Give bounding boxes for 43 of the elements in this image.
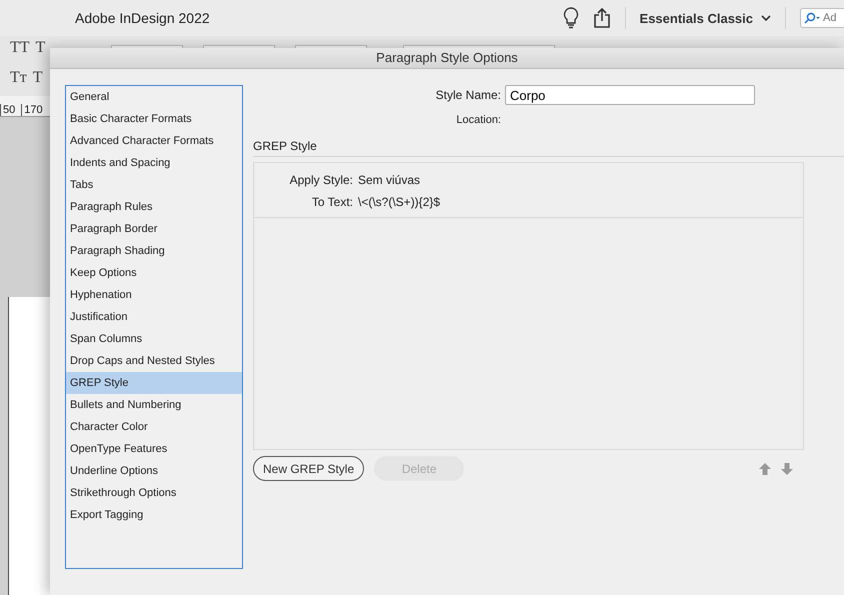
category-item[interactable]: Paragraph Shading bbox=[66, 240, 242, 262]
type-style-button[interactable]: Tт bbox=[10, 69, 27, 87]
category-item[interactable]: Paragraph Rules bbox=[66, 196, 242, 218]
workspace-menu[interactable]: Essentials Classic bbox=[640, 10, 771, 26]
category-item[interactable]: Keep Options bbox=[66, 262, 242, 284]
lightbulb-icon[interactable] bbox=[562, 7, 579, 29]
type-style-button[interactable]: TT bbox=[10, 39, 30, 57]
app-title: Adobe InDesign 2022 bbox=[75, 10, 210, 26]
category-item[interactable]: General bbox=[66, 86, 242, 108]
type-style-button[interactable]: T bbox=[32, 69, 43, 87]
rule-label: Apply Style: bbox=[288, 173, 354, 187]
location-label: Location: bbox=[455, 114, 502, 126]
category-item[interactable]: Strikethrough Options bbox=[66, 482, 242, 504]
search-icon bbox=[804, 12, 820, 24]
style-name-field[interactable]: Corpo bbox=[505, 85, 755, 105]
style-name-label: Style Name: bbox=[434, 88, 502, 102]
category-item[interactable]: Character Color bbox=[66, 416, 242, 438]
category-item[interactable]: GREP Style bbox=[66, 372, 242, 394]
grep-rule[interactable]: Apply Style: Sem viúvas To Text: \<(\s?(\S+)){2}$ bbox=[254, 163, 803, 218]
category-item[interactable]: Paragraph Border bbox=[66, 218, 242, 240]
rule-value[interactable]: Sem viúvas bbox=[358, 173, 420, 187]
category-item[interactable]: OpenType Features bbox=[66, 438, 242, 460]
section-title: GREP Style bbox=[253, 138, 318, 155]
category-item[interactable]: Tabs bbox=[66, 174, 242, 196]
category-item[interactable]: Basic Character Formats bbox=[66, 108, 242, 130]
category-item[interactable]: Export Tagging bbox=[66, 504, 242, 526]
category-item[interactable]: Bullets and Numbering bbox=[66, 394, 242, 416]
dialog-title: Paragraph Style Options bbox=[50, 48, 844, 69]
dialog-button[interactable]: New GREP Style bbox=[253, 456, 364, 481]
category-item[interactable]: Advanced Character Formats bbox=[66, 130, 242, 152]
category-item[interactable]: Hyphenation bbox=[66, 284, 242, 306]
category-item[interactable]: Justification bbox=[66, 306, 242, 328]
type-style-button[interactable]: T bbox=[36, 39, 46, 57]
category-item[interactable]: Span Columns bbox=[66, 328, 242, 350]
category-item[interactable]: Indents and Spacing bbox=[66, 152, 242, 174]
category-item[interactable]: Drop Caps and Nested Styles bbox=[66, 350, 242, 372]
chevron-down-icon bbox=[761, 15, 771, 21]
rule-label: To Text: bbox=[310, 195, 354, 209]
category-item[interactable]: Underline Options bbox=[66, 460, 242, 482]
rule-value[interactable]: \<(\s?(\S+)){2}$ bbox=[358, 195, 440, 209]
category-list[interactable] bbox=[65, 85, 243, 569]
search-field[interactable]: Ad bbox=[800, 8, 844, 28]
share-icon[interactable] bbox=[592, 8, 611, 28]
